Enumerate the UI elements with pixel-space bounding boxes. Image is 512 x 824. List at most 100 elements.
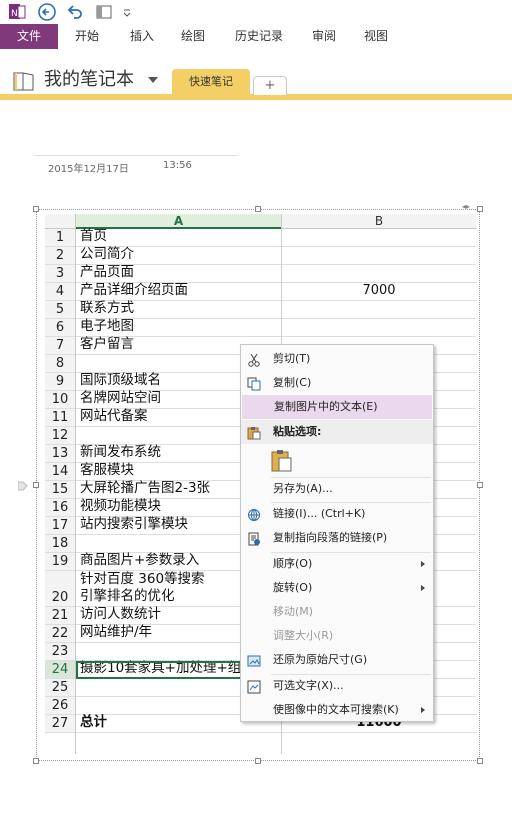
scissors-icon: [247, 352, 261, 367]
cell-a: 联系方式: [80, 300, 134, 316]
cell-a: 产品页面: [80, 264, 134, 280]
row-number: 17: [45, 517, 75, 534]
row-number: 10: [45, 391, 75, 408]
row-number: 3: [45, 265, 75, 282]
row-number: 25: [45, 679, 75, 696]
row-number: 15: [45, 481, 75, 498]
table-row: 3 产品页面: [45, 264, 476, 283]
customize-icon[interactable]: [122, 2, 132, 22]
menu-item-save-as[interactable]: 另存为(A)...: [241, 477, 433, 501]
row-number: 11: [45, 409, 75, 426]
row-number: 23: [45, 643, 75, 660]
menu-item-copy[interactable]: 复制(C): [241, 371, 433, 395]
back-icon[interactable]: [37, 2, 57, 22]
menu-item-paste-options: 粘贴选项:: [241, 420, 433, 444]
undo-icon[interactable]: [65, 2, 85, 22]
row-number: 22: [45, 625, 75, 642]
paragraph-link-icon: [247, 531, 261, 546]
row-number: 2: [45, 247, 75, 264]
row-number: 4: [45, 283, 75, 300]
tab-history[interactable]: 历史记录: [235, 24, 283, 49]
paste-option-icon[interactable]: [271, 449, 293, 473]
menu-item-label: 顺序(O): [273, 557, 313, 570]
row-number: 21: [45, 607, 75, 624]
menu-item-label: 还原为原始尺寸(G): [273, 653, 368, 666]
resize-handle-bottom[interactable]: [255, 758, 261, 764]
cell-a: 针对百度 360等搜索 引擎排名的优化: [80, 571, 205, 604]
column-header-a: A: [76, 214, 281, 229]
quick-access-toolbar: N: [0, 0, 512, 24]
menu-item-move: 移动(M): [241, 600, 433, 624]
tab-view[interactable]: 视图: [364, 24, 388, 49]
cell-a: 站内搜索引擎模块: [80, 516, 188, 532]
menu-item-label: 链接(I)... (Ctrl+K): [273, 507, 366, 520]
menu-item-alt-text[interactable]: 可选文字(X)...: [241, 674, 433, 698]
row-header-divider: [75, 214, 76, 754]
resize-handle-br[interactable]: [477, 758, 483, 764]
tab-home[interactable]: 开始: [75, 24, 99, 49]
resize-handle-bl[interactable]: [33, 758, 39, 764]
dock-icon[interactable]: [95, 2, 113, 22]
menu-item-cut[interactable]: 剪切(T): [241, 347, 433, 371]
link-icon: [247, 507, 261, 521]
menu-item-copy-paragraph-link[interactable]: 复制指向段落的链接(P): [241, 526, 433, 550]
menu-item-resize: 调整大小(R): [241, 624, 433, 648]
cell-a: 首页: [80, 228, 107, 244]
menu-item-link[interactable]: 链接(I)... (Ctrl+K): [241, 502, 433, 526]
menu-item-label: 移动(M): [273, 605, 314, 618]
page-time: 13:56: [163, 160, 192, 171]
row-number: 26: [45, 697, 75, 714]
row-number: 16: [45, 499, 75, 516]
context-menu: 剪切(T) 复制(C) 复制图片中的文本(E) 粘贴选项: 另存为(A)... …: [240, 344, 434, 722]
resize-handle-left[interactable]: [33, 482, 39, 488]
menu-item-rotate[interactable]: 旋转(O): [241, 576, 433, 600]
menu-item-make-text-searchable[interactable]: 使图像中的文本可搜索(K): [241, 698, 433, 722]
resize-handle-tl[interactable]: [33, 206, 39, 212]
cell-a: 客服模块: [80, 462, 134, 478]
menu-item-copy-text-from-picture[interactable]: 复制图片中的文本(E): [242, 395, 432, 419]
menu-item-label: 剪切(T): [273, 352, 311, 365]
move-handle-icon[interactable]: ◂▸: [462, 203, 478, 211]
cell-a: 新闻发布系统: [80, 444, 161, 460]
tab-draw[interactable]: 绘图: [181, 24, 205, 49]
menu-item-restore-original-size[interactable]: 还原为原始尺寸(G): [241, 648, 433, 672]
section-tab-quick-notes[interactable]: 快速笔记: [172, 69, 250, 95]
restore-size-icon: [247, 653, 261, 667]
table-row: 5 联系方式: [45, 300, 476, 319]
row-number: 24: [45, 661, 75, 678]
select-all-corner: [45, 214, 75, 229]
copy-icon: [247, 376, 261, 391]
submenu-arrow-icon: [421, 585, 425, 591]
notebook-title[interactable]: 我的笔记本: [44, 68, 134, 92]
row-number: 27: [45, 715, 75, 732]
tab-insert[interactable]: 插入: [130, 24, 154, 49]
row-number: 9: [45, 373, 75, 390]
submenu-arrow-icon: [421, 561, 425, 567]
onenote-icon[interactable]: N: [8, 2, 26, 22]
cell-a: 大屏轮播广告图2-3张: [80, 480, 211, 496]
paragraph-handle-icon[interactable]: [17, 480, 28, 492]
alt-text-icon: [247, 679, 261, 694]
menu-item-label: 复制指向段落的链接(P): [273, 531, 388, 544]
tab-review[interactable]: 审阅: [312, 24, 336, 49]
menu-item-label: 旋转(O): [273, 581, 313, 594]
cell-a: 视频功能模块: [80, 498, 161, 514]
menu-item-order[interactable]: 顺序(O): [241, 552, 433, 576]
menu-item-label: 复制(C): [273, 376, 312, 389]
notebook-icon[interactable]: [12, 70, 38, 92]
cell-a: 网站代备案: [80, 408, 148, 424]
resize-handle-top[interactable]: [255, 206, 261, 212]
cell-a: 国际顶级域名: [80, 372, 161, 388]
file-tab[interactable]: 文件: [0, 24, 58, 49]
ribbon-tabs: 文件 开始 插入 绘图 历史记录 审阅 视图: [0, 24, 512, 49]
add-section-button[interactable]: +: [253, 76, 287, 95]
row-number: 18: [45, 535, 75, 552]
cell-a: 网站维护/年: [80, 624, 153, 640]
resize-handle-right[interactable]: [477, 482, 483, 488]
cell-a: 商品图片+参数录入: [80, 552, 200, 568]
table-row: 1 首页: [45, 228, 476, 247]
menu-item-label: 粘贴选项:: [273, 425, 322, 438]
row-number: 6: [45, 319, 75, 336]
notebook-dropdown-icon[interactable]: [148, 77, 158, 83]
cell-a: 电子地图: [80, 318, 134, 334]
